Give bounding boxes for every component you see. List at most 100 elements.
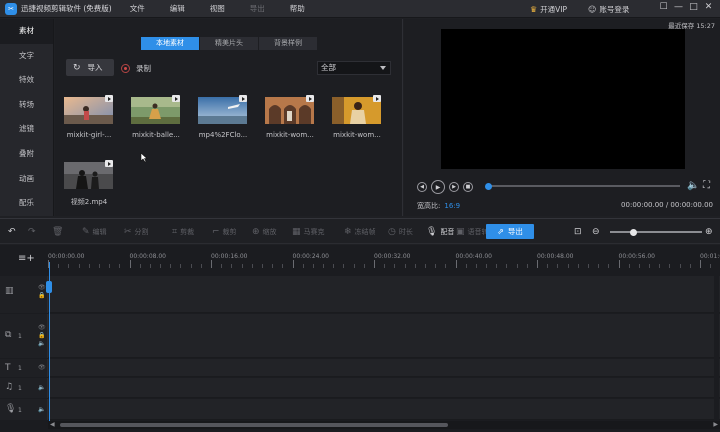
menu-view[interactable]: 视图 xyxy=(210,3,225,14)
minimize-icon[interactable]: — xyxy=(671,2,686,12)
film-icon: ▥ xyxy=(5,286,14,296)
tab-backgrounds[interactable]: 背景样例 xyxy=(259,37,317,50)
ruler-tick xyxy=(700,260,701,268)
volume-icon[interactable]: 🔈 xyxy=(687,180,699,191)
dub-button[interactable]: 🎙 配音 xyxy=(426,227,454,237)
zoom-button[interactable]: ⊕ 缩放 xyxy=(252,227,277,237)
nav-media[interactable]: 素材 xyxy=(0,19,53,44)
media-item-4[interactable] xyxy=(265,95,314,124)
import-icon: ↻ xyxy=(73,62,81,73)
close-icon[interactable]: ✕ xyxy=(701,2,716,12)
track-music[interactable] xyxy=(48,378,720,398)
nav-effects[interactable]: 特效 xyxy=(0,68,53,93)
ruler-label: 00:01:04 xyxy=(700,253,720,260)
mosaic-button[interactable]: ▦ 马赛克 xyxy=(292,227,325,237)
vip-button[interactable]: ♛ 开通VIP xyxy=(530,4,567,15)
track-text[interactable] xyxy=(48,359,720,377)
zoom-in-icon[interactable]: ⊕ xyxy=(705,227,716,237)
cut-button[interactable]: ⌗ 剪裁 xyxy=(172,227,194,237)
skin-icon[interactable]: ☐ xyxy=(656,2,671,12)
stop-icon[interactable]: ■ xyxy=(463,182,473,192)
undo-icon[interactable]: ↶ xyxy=(8,227,19,237)
split-button[interactable]: ✂ 分割 xyxy=(124,227,149,237)
playhead-handle[interactable] xyxy=(46,281,52,293)
video-badge-icon xyxy=(373,95,381,102)
media-item-5[interactable] xyxy=(332,95,381,124)
aspect-ratio[interactable]: 宽高比: 16:9 xyxy=(417,201,460,211)
login-button[interactable]: ☺ 账号登录 xyxy=(588,4,629,15)
track-controls-icon[interactable]: 👁 🔒 xyxy=(38,284,46,300)
ruler-tick xyxy=(139,264,141,268)
ruler-tick xyxy=(679,264,681,268)
fullscreen-icon[interactable]: ⛶ xyxy=(703,180,710,191)
duration-button[interactable]: ◷ 时长 xyxy=(388,227,413,237)
freeze-button[interactable]: ❄ 冻结帧 xyxy=(344,227,376,237)
timecode: 00:00:00.00 / 00:00:00.00 xyxy=(621,201,713,209)
ruler-tick xyxy=(272,264,274,268)
add-track-icon[interactable]: ≡+ xyxy=(18,253,35,264)
menu-file[interactable]: 文件 xyxy=(130,3,145,14)
timeline-zoom-slider[interactable] xyxy=(610,228,702,236)
ruler-tick xyxy=(659,264,661,268)
track-controls-icon[interactable]: 🔈 xyxy=(38,384,45,392)
nav-text[interactable]: 文字 xyxy=(0,44,53,69)
nav-overlay[interactable]: 叠附 xyxy=(0,142,53,167)
ruler-label: 00:00:16.00 xyxy=(211,253,248,260)
export-button[interactable]: ⇗ 导出 xyxy=(486,224,534,239)
playback-progress[interactable] xyxy=(485,182,680,190)
timeline-horizontal-scrollbar[interactable]: ◀ ▶ xyxy=(48,421,720,429)
nav-transitions[interactable]: 转场 xyxy=(0,93,53,118)
nav-music[interactable]: 配乐 xyxy=(0,191,53,216)
menu-edit[interactable]: 编辑 xyxy=(170,3,185,14)
menu-help[interactable]: 帮助 xyxy=(290,3,305,14)
prev-frame-icon[interactable]: ◀ xyxy=(417,182,427,192)
track-controls-icon[interactable]: 🔈 xyxy=(38,406,45,414)
crop-button[interactable]: ⌐ 裁剪 xyxy=(212,227,237,237)
edit-icon: ✎ xyxy=(82,227,90,237)
tab-intros[interactable]: 精美片头 xyxy=(200,37,258,50)
nav-animation[interactable]: 动画 xyxy=(0,167,53,192)
preview-screen[interactable] xyxy=(441,29,685,169)
ruler-tick xyxy=(312,264,314,268)
progress-handle[interactable] xyxy=(485,182,492,190)
zoom-handle[interactable] xyxy=(630,228,637,236)
fit-timeline-icon[interactable]: ⊡ xyxy=(574,227,585,237)
delete-icon[interactable]: 🗑 xyxy=(52,227,66,237)
track-controls-icon[interactable]: 👁 🔒 🔈 xyxy=(38,324,46,348)
maximize-icon[interactable]: □ xyxy=(686,2,701,12)
scroll-right-icon[interactable]: ▶ xyxy=(713,421,718,428)
zoom-out-icon[interactable]: ⊖ xyxy=(592,227,603,237)
video-badge-icon xyxy=(239,95,247,102)
scroll-left-icon[interactable]: ◀ xyxy=(50,421,55,428)
mic-icon: 🎙 xyxy=(5,404,17,414)
track-video[interactable] xyxy=(48,276,720,313)
ruler-label: 00:00:24.00 xyxy=(292,253,330,260)
redo-icon[interactable]: ↷ xyxy=(28,227,39,237)
tab-local-media[interactable]: 本地素材 xyxy=(141,37,199,50)
timeline-ruler[interactable]: 00:00:00.00 00:00:08.00 00:00:16.00 00:00:2… xyxy=(48,250,720,268)
track-overlay[interactable] xyxy=(48,314,720,358)
ruler-tick xyxy=(577,264,579,268)
media-item-6[interactable] xyxy=(64,160,113,189)
play-icon[interactable]: ▶ xyxy=(431,180,445,194)
menu-export[interactable]: 导出 xyxy=(250,3,265,14)
ruler-tick xyxy=(638,264,640,268)
media-item-3[interactable] xyxy=(198,95,247,124)
ruler-tick xyxy=(160,264,162,268)
import-button[interactable]: ↻ 导入 xyxy=(66,59,114,76)
next-frame-icon[interactable]: ▶ xyxy=(449,182,459,192)
ruler-tick xyxy=(363,264,365,268)
filter-select[interactable]: 全部 xyxy=(317,61,391,75)
ruler-tick xyxy=(587,264,589,268)
track-voice[interactable] xyxy=(48,399,720,420)
ruler-tick xyxy=(211,260,212,268)
scroll-thumb[interactable] xyxy=(60,423,448,427)
nav-filters[interactable]: 滤镜 xyxy=(0,117,53,142)
track-controls-icon[interactable]: 👁 xyxy=(38,364,46,372)
record-button[interactable]: 录制 xyxy=(121,63,151,74)
edit-button[interactable]: ✎ 编辑 xyxy=(82,227,107,237)
media-item-2[interactable] xyxy=(131,95,180,124)
crop-icon: ⌐ xyxy=(212,227,220,237)
media-item-1[interactable] xyxy=(64,95,113,124)
timeline-vertical-scrollbar[interactable] xyxy=(714,262,719,421)
